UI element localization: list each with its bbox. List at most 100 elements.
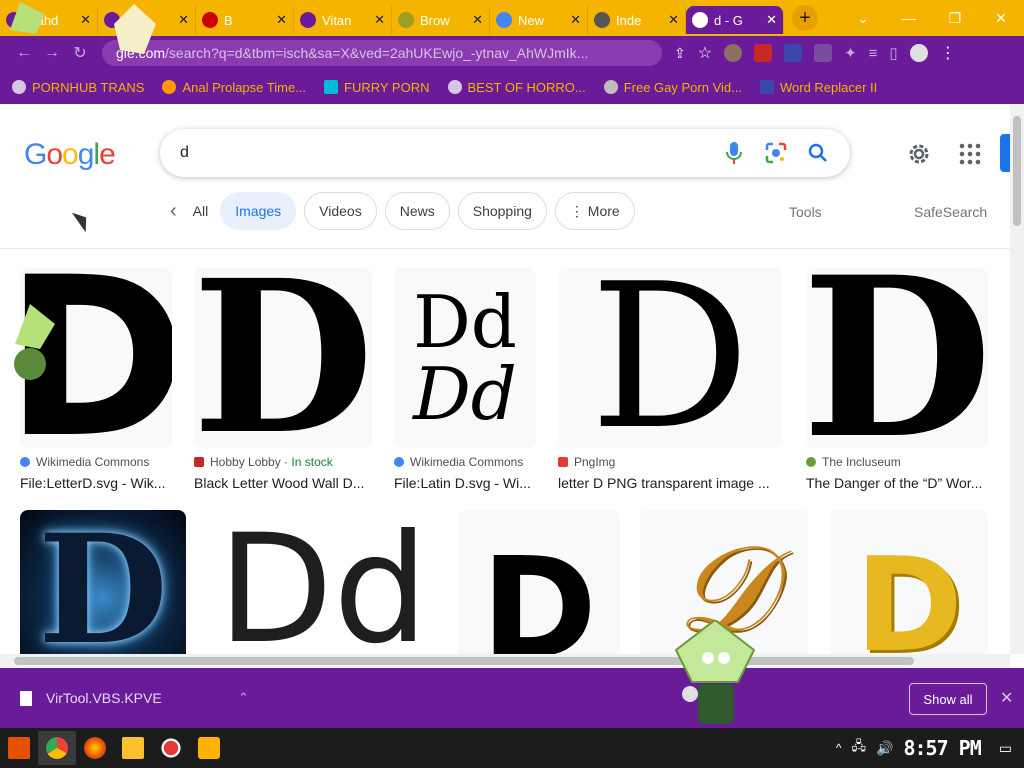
- tab-all[interactable]: All: [188, 192, 213, 230]
- taskbar-file-explorer[interactable]: [114, 731, 152, 765]
- reload-icon[interactable]: ↻: [66, 43, 94, 63]
- tab-3[interactable]: Vitan ✕: [294, 6, 392, 34]
- tab-close-icon[interactable]: ✕: [178, 12, 189, 28]
- result-source[interactable]: PngImg: [558, 455, 782, 469]
- tab-close-icon[interactable]: ✕: [374, 12, 385, 28]
- microphone-icon[interactable]: [722, 141, 746, 165]
- image-result[interactable]: D The Incluseum The Danger of the “D” Wo…: [806, 268, 988, 491]
- horizontal-scrollbar[interactable]: [0, 654, 1010, 668]
- result-thumbnail[interactable]: D: [458, 510, 620, 654]
- tab-shopping[interactable]: Shopping: [457, 192, 547, 230]
- scrollbar-thumb[interactable]: [1013, 116, 1021, 226]
- result-thumbnail[interactable]: D: [194, 268, 372, 448]
- result-source[interactable]: Hobby Lobby · In stock: [194, 455, 372, 469]
- result-title[interactable]: File:LetterD.svg - Wik...: [20, 475, 172, 491]
- search-icon[interactable]: [806, 141, 830, 165]
- tab-search-chevron-icon[interactable]: ⌄: [840, 10, 886, 27]
- image-result[interactable]: Dd: [208, 510, 438, 654]
- tab-close-icon[interactable]: ✕: [80, 12, 91, 28]
- tab-5[interactable]: New ✕: [490, 6, 588, 34]
- bookmark-item[interactable]: PORNHUB TRANS: [12, 80, 144, 95]
- result-source[interactable]: The Incluseum: [806, 455, 988, 469]
- show-all-downloads-button[interactable]: Show all: [909, 683, 987, 715]
- tab-close-icon[interactable]: ✕: [472, 12, 483, 28]
- minimize-button[interactable]: —: [886, 10, 932, 26]
- tab-close-icon[interactable]: ✕: [668, 12, 679, 28]
- network-icon[interactable]: 🖧: [852, 737, 867, 759]
- tab-close-icon[interactable]: ✕: [766, 12, 777, 28]
- result-title[interactable]: letter D PNG transparent image ...: [558, 475, 782, 491]
- profile-avatar-icon[interactable]: [909, 44, 928, 62]
- result-thumbnail[interactable]: D: [806, 268, 988, 448]
- media-controls-icon[interactable]: ≡: [869, 45, 878, 62]
- volume-icon[interactable]: 🔊: [876, 740, 893, 757]
- image-result[interactable]: D PngImg letter D PNG transparent image …: [558, 268, 782, 491]
- tab-close-icon[interactable]: ✕: [570, 12, 581, 28]
- bookmark-star-icon[interactable]: ☆: [698, 43, 712, 63]
- bookmark-item[interactable]: FURRY PORN: [324, 80, 430, 95]
- more-menu-button[interactable]: ⋮ More: [554, 192, 635, 230]
- vertical-scrollbar[interactable]: [1010, 104, 1024, 654]
- forward-arrow-icon[interactable]: →: [38, 44, 66, 62]
- result-thumbnail[interactable]: Dd: [208, 510, 438, 654]
- chevron-left-icon[interactable]: ‹: [170, 200, 177, 223]
- result-thumbnail[interactable]: D: [20, 510, 186, 654]
- result-thumbnail[interactable]: D: [558, 268, 782, 448]
- lens-camera-icon[interactable]: [764, 141, 788, 165]
- tab-2[interactable]: B ✕: [196, 6, 294, 34]
- result-title[interactable]: Black Letter Wood Wall D...: [194, 475, 372, 491]
- bookmark-item[interactable]: BEST OF HORRO...: [447, 80, 586, 95]
- image-result[interactable]: D: [458, 510, 620, 654]
- bookmark-item[interactable]: Anal Prolapse Time...: [162, 80, 306, 95]
- extension-avatar-icon[interactable]: [724, 44, 743, 62]
- taskbar-chrome[interactable]: [38, 731, 76, 765]
- bookmark-item[interactable]: Word Replacer II: [759, 80, 877, 95]
- share-icon[interactable]: ⇪: [674, 45, 686, 62]
- taskbar-clock[interactable]: 8:57 PM: [903, 736, 981, 760]
- safesearch-button[interactable]: SafeSearch: [914, 204, 987, 220]
- bookmark-item[interactable]: Free Gay Porn Vid...: [603, 80, 742, 95]
- close-download-bar-icon[interactable]: ✕: [1000, 688, 1013, 708]
- extensions-puzzle-icon[interactable]: ✦: [844, 44, 857, 62]
- tab-active[interactable]: d - G ✕: [686, 6, 784, 34]
- tab-videos[interactable]: Videos: [304, 192, 377, 230]
- result-thumbnail[interactable]: D: [830, 510, 988, 654]
- image-result[interactable]: Dd Dd Wikimedia Commons File:Latin D.svg…: [394, 268, 536, 491]
- download-item[interactable]: VirTool.VBS.KPVE: [20, 690, 230, 706]
- result-source[interactable]: Wikimedia Commons: [394, 455, 536, 469]
- tools-button[interactable]: Tools: [789, 204, 822, 220]
- settings-gear-icon[interactable]: [906, 141, 932, 167]
- google-logo[interactable]: Google: [24, 138, 116, 172]
- taskbar-firefox[interactable]: [76, 731, 114, 765]
- new-tab-button[interactable]: +: [792, 5, 818, 31]
- image-result[interactable]: D Hobby Lobby · In stock Black Letter Wo…: [194, 268, 372, 491]
- tab-close-icon[interactable]: ✕: [276, 12, 287, 28]
- tab-4[interactable]: Brow ✕: [392, 6, 490, 34]
- extension-icon[interactable]: [814, 44, 833, 62]
- scrollbar-thumb[interactable]: [14, 657, 914, 665]
- tab-6[interactable]: Inde ✕: [588, 6, 686, 34]
- start-button[interactable]: [0, 731, 38, 765]
- result-title[interactable]: File:Latin D.svg - Wi...: [394, 475, 536, 491]
- tab-images[interactable]: Images: [220, 192, 297, 230]
- restore-button[interactable]: ❐: [932, 10, 978, 27]
- menu-kebab-icon[interactable]: ⋮: [940, 43, 956, 63]
- taskbar-recorder[interactable]: [152, 731, 190, 765]
- tab-news[interactable]: News: [384, 192, 450, 230]
- wr-extension-icon[interactable]: [784, 44, 803, 62]
- image-result[interactable]: D: [830, 510, 988, 654]
- tray-chevron-up-icon[interactable]: ^: [836, 741, 842, 755]
- image-result[interactable]: D: [20, 510, 186, 654]
- result-thumbnail[interactable]: Dd Dd: [394, 268, 536, 448]
- search-box[interactable]: d: [160, 129, 850, 177]
- close-window-button[interactable]: ✕: [978, 10, 1024, 27]
- taskbar-media-player[interactable]: [190, 731, 228, 765]
- address-bar[interactable]: gle.com/search?q=d&tbm=isch&sa=X&ved=2ah…: [102, 40, 662, 66]
- sign-in-button[interactable]: [1000, 134, 1010, 172]
- notification-icon[interactable]: ▭: [999, 740, 1012, 757]
- search-input[interactable]: d: [180, 144, 704, 162]
- result-source[interactable]: Wikimedia Commons: [20, 455, 172, 469]
- chevron-up-icon[interactable]: ⌃: [238, 690, 249, 706]
- ublock-extension-icon[interactable]: [754, 44, 773, 62]
- result-title[interactable]: The Danger of the “D” Wor...: [806, 475, 988, 491]
